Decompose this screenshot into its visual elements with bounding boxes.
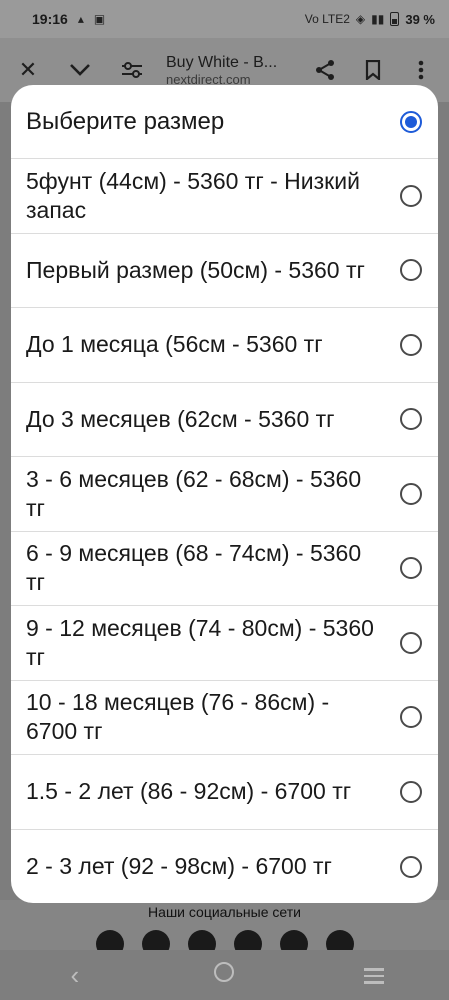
chevron-down-icon[interactable]	[62, 52, 98, 88]
size-option-radio[interactable]	[400, 557, 422, 580]
size-option-radio[interactable]	[400, 333, 422, 356]
battery-icon	[390, 12, 400, 26]
signal-icon: ▮▮	[371, 12, 385, 26]
size-options-list: 5фунт (44см) - 5360 тг - Низкий запас Пер…	[11, 159, 438, 903]
size-option[interactable]: 9 - 12 месяцев (74 - 80см) - 5360 тг	[11, 606, 438, 681]
size-option-label: 6 - 9 месяцев (68 - 74см) - 5360 тг	[26, 540, 362, 596]
size-option-radio[interactable]	[400, 631, 422, 654]
clock: 19:16	[32, 11, 68, 27]
size-option-radio[interactable]	[400, 259, 422, 282]
size-option-label: 1.5 - 2 лет (86 - 92см) - 6700 тг	[26, 778, 352, 805]
size-option-label: 5фунт (44см) - 5360 тг - Низкий запас	[26, 167, 360, 223]
size-option[interactable]: 3 - 6 месяцев (62 - 68см) - 5360 тг	[11, 457, 438, 532]
home-button[interactable]	[194, 962, 254, 988]
size-option[interactable]: Первый размер (50см) - 5360 тг	[11, 234, 438, 308]
size-option-label: 10 - 18 месяцев (76 - 86см) - 6700 тг	[26, 689, 330, 745]
recents-button[interactable]	[344, 962, 404, 988]
size-option-label: До 1 месяца (56см - 5360 тг	[26, 331, 323, 358]
dialog-header[interactable]: Выберите размер	[11, 85, 438, 159]
back-icon[interactable]: ‹	[45, 960, 105, 991]
size-option[interactable]: 1.5 - 2 лет (86 - 92см) - 6700 тг	[11, 755, 438, 830]
settings-sliders-icon[interactable]	[114, 52, 150, 88]
status-bar: 19:16 ▴ ▣ Vo LTE2 ◈ ▮▮ 39 %	[0, 0, 449, 38]
size-option-radio[interactable]	[400, 184, 422, 207]
home-icon	[214, 962, 235, 982]
battery-level: 39 %	[405, 11, 435, 27]
system-nav-bar: ‹	[0, 950, 449, 1000]
size-option-label: 3 - 6 месяцев (62 - 68см) - 5360 тг	[26, 465, 362, 521]
more-options-icon[interactable]	[403, 52, 439, 88]
share-icon[interactable]	[307, 52, 343, 88]
close-icon[interactable]: ✕	[10, 52, 46, 88]
size-option[interactable]: 10 - 18 месяцев (76 - 86см) - 6700 тг	[11, 681, 438, 755]
size-option[interactable]: До 3 месяцев (62см - 5360 тг	[11, 383, 438, 457]
network-label: Vo LTE2	[304, 12, 350, 26]
size-option-radio[interactable]	[400, 706, 422, 729]
wifi-icon: ◈	[355, 12, 366, 26]
size-option-label: 9 - 12 месяцев (74 - 80см) - 5360 тг	[26, 614, 374, 670]
size-option-radio[interactable]	[400, 780, 422, 803]
page-title-area[interactable]: Buy White - B... nextdirect.com	[166, 53, 295, 88]
notification-icon: ▴	[77, 12, 84, 26]
size-option-label: 2 - 3 лет (92 - 98см) - 6700 тг	[26, 853, 332, 880]
size-option-radio[interactable]	[400, 855, 422, 878]
size-option[interactable]: 2 - 3 лет (92 - 98см) - 6700 тг	[11, 830, 438, 904]
social-title: Наши социальные сети	[148, 904, 301, 920]
size-option-radio[interactable]	[400, 408, 422, 431]
size-option[interactable]: До 1 месяца (56см - 5360 тг	[11, 308, 438, 383]
bookmark-icon[interactable]	[355, 52, 391, 88]
size-select-dialog: Выберите размер 5фунт (44см) - 5360 тг -…	[11, 85, 438, 903]
recents-icon	[364, 968, 385, 984]
page-title: Buy White - B...	[166, 53, 278, 71]
size-option-label: Первый размер (50см) - 5360 тг	[26, 256, 365, 283]
dialog-title: Выберите размер	[26, 107, 225, 135]
size-option-label: До 3 месяцев (62см - 5360 тг	[26, 405, 335, 432]
placeholder-radio-selected[interactable]	[400, 110, 422, 133]
size-option[interactable]: 6 - 9 месяцев (68 - 74см) - 5360 тг	[11, 532, 438, 606]
size-option[interactable]: 5фунт (44см) - 5360 тг - Низкий запас	[11, 159, 438, 234]
size-option-radio[interactable]	[400, 482, 422, 505]
image-icon: ▣	[93, 12, 106, 26]
